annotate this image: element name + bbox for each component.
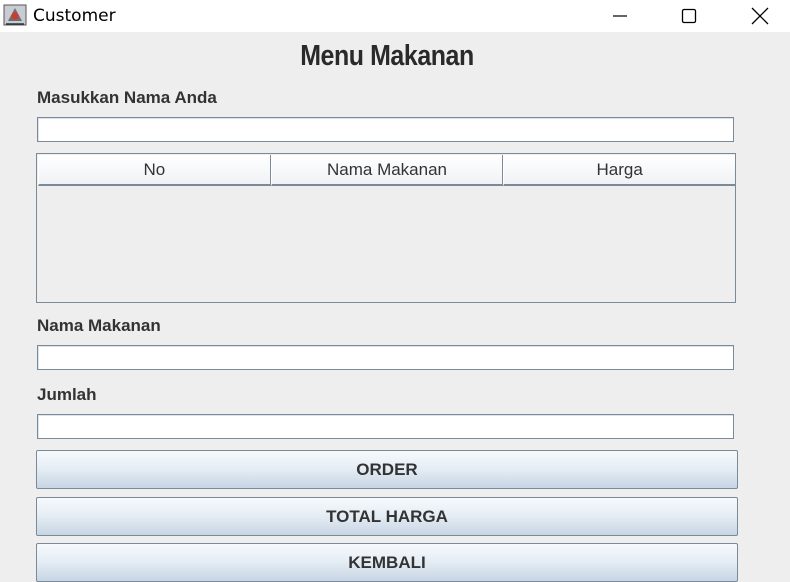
quantity-field[interactable]: [37, 414, 734, 439]
page-title: Menu Makanan: [300, 40, 474, 72]
name-field[interactable]: [37, 117, 734, 142]
food-label: Nama Makanan: [37, 316, 161, 335]
column-header-food-name[interactable]: Nama Makanan: [270, 155, 504, 186]
back-button[interactable]: KEMBALI: [36, 543, 738, 582]
menu-table: No Nama Makanan Harga: [36, 153, 736, 303]
maximize-button[interactable]: [666, 0, 712, 32]
close-icon: [751, 7, 769, 25]
minimize-button[interactable]: [597, 0, 643, 32]
maximize-icon: [681, 8, 697, 24]
close-button[interactable]: [737, 0, 783, 32]
table-header: No Nama Makanan Harga: [38, 155, 736, 186]
title-bar: Customer: [0, 0, 790, 32]
column-header-no[interactable]: No: [38, 155, 271, 186]
name-label: Masukkan Nama Anda: [37, 88, 217, 107]
minimize-icon: [613, 15, 627, 17]
window-title: Customer: [33, 6, 116, 26]
quantity-label: Jumlah: [37, 385, 97, 404]
food-name-field[interactable]: [37, 345, 734, 370]
java-app-icon: [3, 4, 27, 26]
order-button[interactable]: ORDER: [36, 450, 738, 489]
column-header-price[interactable]: Harga: [503, 155, 736, 186]
total-price-button[interactable]: TOTAL HARGA: [36, 497, 738, 536]
